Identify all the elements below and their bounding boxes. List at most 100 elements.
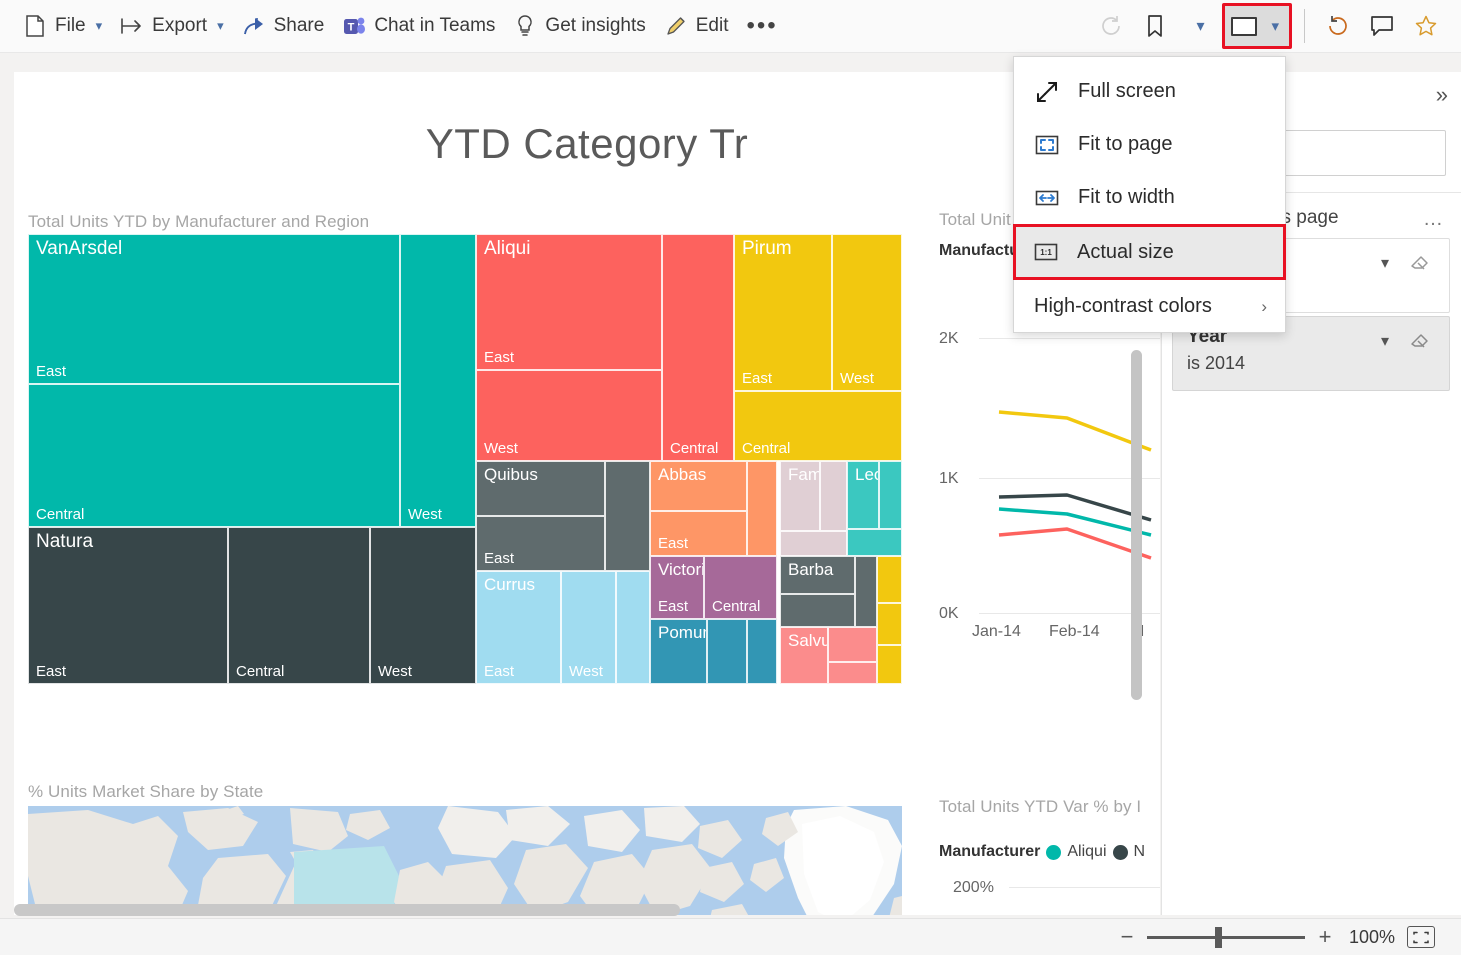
- comment-button[interactable]: [1361, 6, 1403, 46]
- favorite-button[interactable]: [1405, 6, 1447, 46]
- treemap-cell-pomum-west[interactable]: [707, 619, 747, 684]
- treemap-cell-pomum-east[interactable]: Pomum: [650, 619, 707, 684]
- treemap-region-label: East: [658, 535, 689, 552]
- treemap-cell-victoria-central[interactable]: Central: [704, 556, 777, 619]
- line-chart-plot[interactable]: 2K 1K 0K Jan-14 Feb-14 M: [939, 320, 1160, 740]
- treemap-cell-vanarsdel-west[interactable]: West: [400, 234, 476, 527]
- treemap-cell-abbas-west[interactable]: East: [650, 511, 747, 556]
- treemap-cell-other-b[interactable]: [877, 603, 902, 645]
- reset-button[interactable]: [1090, 6, 1132, 46]
- treemap-region-label: West: [840, 370, 874, 387]
- toolbar-divider: [1304, 9, 1305, 43]
- treemap-cell-barba-east[interactable]: Barba: [780, 556, 855, 594]
- var-percent-chart-visual[interactable]: Total Units YTD Var % by I Manufacturer …: [939, 797, 1160, 915]
- var-chart-title: Total Units YTD Var % by I: [939, 797, 1142, 816]
- teams-icon: T: [342, 14, 366, 38]
- zoom-out-button[interactable]: −: [1119, 924, 1135, 950]
- menu-item-label: Full screen: [1078, 80, 1176, 102]
- treemap-cell-salvus-west[interactable]: [828, 627, 877, 662]
- menu-item-high-contrast-colors[interactable]: High-contrast colors ›: [1014, 280, 1285, 333]
- treemap-cell-currus-east[interactable]: Currus East: [476, 571, 561, 684]
- menu-item-fit-to-page[interactable]: Fit to page: [1014, 118, 1285, 171]
- treemap-label-pirum: Pirum: [742, 238, 792, 259]
- bookmark-chevron-button[interactable]: ▾: [1178, 6, 1220, 46]
- var-y-tick-200: 200%: [953, 879, 994, 896]
- zoom-in-button[interactable]: +: [1317, 924, 1333, 950]
- treemap-cell-abbas-central[interactable]: [747, 461, 777, 556]
- treemap-cell-currus-west[interactable]: West: [561, 571, 616, 684]
- share-button[interactable]: Share: [233, 6, 334, 46]
- get-insights-button[interactable]: Get insights: [504, 6, 654, 46]
- treemap-cell-leo-east[interactable]: Leo: [847, 461, 879, 529]
- treemap-cell-barba-central[interactable]: [855, 556, 877, 627]
- treemap-cell-currus-central[interactable]: [616, 571, 650, 684]
- treemap-cell-pirum-east[interactable]: Pirum East: [734, 234, 832, 391]
- treemap-cell-natura-west[interactable]: West: [370, 527, 476, 684]
- treemap-cell-aliqui-west[interactable]: West: [476, 370, 662, 461]
- treemap-cell-vanarsdel-east[interactable]: VanArsdel East: [28, 234, 400, 384]
- treemap-cell-leo-central[interactable]: [847, 529, 902, 556]
- treemap-cell-pirum-central[interactable]: Central: [734, 391, 902, 461]
- pencil-icon: [664, 14, 688, 38]
- export-menu-button[interactable]: Export ▾: [111, 6, 232, 46]
- refresh-button[interactable]: [1317, 6, 1359, 46]
- treemap-cell-other-c[interactable]: [877, 645, 902, 684]
- treemap-label-barba: Barba: [788, 560, 834, 579]
- treemap-plot[interactable]: VanArsdel East Central West Natura East …: [28, 234, 902, 684]
- zoom-slider-thumb[interactable]: [1215, 926, 1222, 948]
- treemap-region-label: Central: [712, 598, 761, 615]
- view-menu-button[interactable]: ▾: [1222, 3, 1292, 49]
- more-options-icon[interactable]: …: [1423, 208, 1445, 231]
- menu-item-fit-to-width[interactable]: Fit to width: [1014, 171, 1285, 224]
- horizontal-scrollbar-thumb[interactable]: [14, 904, 680, 916]
- chevron-double-right-icon[interactable]: »: [1436, 82, 1448, 108]
- treemap-cell-natura-central[interactable]: Central: [228, 527, 370, 684]
- bookmark-button[interactable]: [1134, 6, 1176, 46]
- view-dropdown-menu[interactable]: Full screen Fit to page Fit to width 1:1…: [1013, 56, 1286, 333]
- treemap-cell-fama-central[interactable]: [780, 531, 847, 556]
- treemap-cell-salvus-east[interactable]: Salvus: [780, 627, 828, 684]
- treemap-cell-salvus-central[interactable]: [828, 662, 877, 684]
- report-toolbar: File ▾ Export ▾ Share T Chat in Teams Ge…: [0, 0, 1461, 53]
- chevron-right-icon: ›: [1261, 296, 1267, 316]
- file-menu-button[interactable]: File ▾: [14, 6, 111, 46]
- treemap-cell-natura-east[interactable]: Natura East: [28, 527, 228, 684]
- treemap-cell-fama-east[interactable]: Fama: [780, 461, 820, 531]
- eraser-icon[interactable]: [1409, 249, 1433, 273]
- treemap-cell-victoria-east[interactable]: Victoria East: [650, 556, 704, 619]
- chat-in-teams-button[interactable]: T Chat in Teams: [333, 6, 504, 46]
- more-options-button[interactable]: •••: [738, 6, 787, 46]
- canvas-horizontal-scrollbar[interactable]: [14, 904, 1160, 916]
- menu-item-actual-size[interactable]: 1:1 Actual size: [1013, 224, 1286, 280]
- treemap-cell-aliqui-east[interactable]: Aliqui East: [476, 234, 662, 370]
- map-plot[interactable]: [28, 806, 902, 915]
- treemap-region-label: West: [484, 440, 518, 457]
- map-visual[interactable]: % Units Market Share by State: [28, 782, 918, 915]
- treemap-cell-vanarsdel-central[interactable]: Central: [28, 384, 400, 527]
- canvas-vertical-scrollbar[interactable]: [1131, 350, 1142, 700]
- treemap-cell-barba-west[interactable]: [780, 594, 855, 627]
- treemap-label-victoria: Victoria: [658, 560, 703, 579]
- treemap-cell-quibus-central[interactable]: East: [476, 516, 605, 571]
- chevron-down-icon[interactable]: ▾: [1381, 253, 1389, 273]
- treemap-label-currus: Currus: [484, 575, 536, 594]
- treemap-region-label: Central: [236, 663, 285, 680]
- treemap-cell-other-a[interactable]: [877, 556, 902, 603]
- treemap-visual[interactable]: Total Units YTD by Manufacturer and Regi…: [28, 212, 918, 772]
- edit-button[interactable]: Edit: [655, 6, 738, 46]
- chevron-down-icon[interactable]: ▾: [1381, 331, 1389, 351]
- vertical-scrollbar-thumb[interactable]: [1131, 350, 1142, 700]
- treemap-cell-abbas-east[interactable]: Abbas: [650, 461, 747, 511]
- treemap-cell-quibus-east[interactable]: Quibus: [476, 461, 605, 516]
- treemap-cell-aliqui-central[interactable]: Central: [662, 234, 734, 461]
- treemap-cell-fama-west[interactable]: [820, 461, 847, 531]
- treemap-cell-quibus-west[interactable]: [605, 461, 650, 571]
- menu-item-full-screen[interactable]: Full screen: [1014, 65, 1285, 118]
- treemap-cell-leo-west[interactable]: [879, 461, 902, 529]
- zoom-slider[interactable]: [1147, 926, 1305, 948]
- treemap-cell-pirum-west[interactable]: West: [832, 234, 902, 391]
- treemap-cell-pomum-central[interactable]: [747, 619, 777, 684]
- fit-to-screen-icon[interactable]: [1407, 926, 1435, 948]
- eraser-icon[interactable]: [1409, 327, 1433, 351]
- treemap-region-label: East: [484, 550, 515, 567]
